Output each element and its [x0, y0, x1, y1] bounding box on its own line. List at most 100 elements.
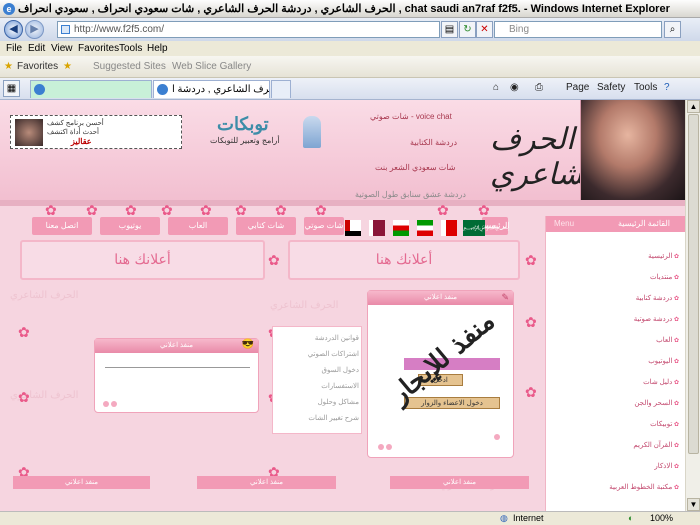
saudi-flag-icon[interactable]: ﷽ — [463, 220, 509, 236]
status-bar: ◍ Internet ◐ 100% — [0, 511, 700, 525]
sidebar-item-voice-chat[interactable]: دردشة صوتية — [634, 315, 679, 323]
login-panel: منفذ اعلاني ✎ ادخل دخول الاعضاء والزوار … — [367, 290, 514, 458]
quick-tabs-icon[interactable]: ▦ — [3, 80, 20, 97]
tab-ie-icon — [157, 84, 168, 95]
tools-menu[interactable]: Tools — [634, 82, 657, 93]
header-link-text[interactable]: دردشة الكتابية — [410, 138, 457, 147]
menu-help[interactable]: Help — [147, 43, 168, 54]
zoom-level[interactable]: 100% — [650, 513, 673, 523]
star-icon[interactable]: ★ — [4, 61, 13, 72]
menu-favorites[interactable]: Favorites — [78, 43, 119, 54]
refresh-icon[interactable]: ↻ — [459, 21, 476, 38]
menu-view[interactable]: View — [51, 43, 73, 54]
uae-flag-icon[interactable] — [345, 220, 361, 236]
tab-blank[interactable] — [30, 80, 152, 98]
tab-active[interactable]: الحرف الشاعري , دردشة ا... — [153, 80, 270, 98]
flower-icon: ✿ — [315, 202, 327, 218]
print-icon[interactable]: ⎙ — [535, 82, 543, 93]
scroll-thumb[interactable] — [688, 114, 699, 454]
zone-label: Internet — [513, 513, 544, 523]
sidebar-item-youtube[interactable]: اليوتيوب — [648, 357, 679, 365]
flower-icon: ✿ — [45, 202, 57, 218]
flower-icon: ✿ — [18, 389, 30, 405]
flower-icon: ✿ — [525, 384, 537, 400]
sidebar-item-fonts[interactable]: مكتبة الخطوط العربية — [609, 483, 679, 491]
ad-line-1: أحسن برنامج كشف — [47, 120, 104, 127]
kuwait-flag-icon[interactable] — [417, 220, 433, 236]
nav-voice-chat[interactable]: شات صوتي — [304, 217, 344, 235]
sidebar-header: Menu القائمة الرئيسية — [546, 216, 685, 232]
web-slice-link[interactable]: Web Slice Gallery — [172, 61, 251, 72]
bahrain-flag-icon[interactable] — [441, 220, 457, 236]
members-login-button[interactable]: دخول الاعضاء والزوار — [404, 397, 500, 409]
oman-flag-icon[interactable] — [393, 220, 409, 236]
address-input[interactable]: http://www.f2f5.com/ — [57, 21, 440, 38]
panel-divider — [105, 367, 250, 368]
bottom-ad-button[interactable]: منفذ اعلاني — [13, 476, 150, 489]
header-link-love[interactable]: دردشة عشق سنابق طول الصوتية — [355, 190, 466, 199]
info-link[interactable]: دخول السوق — [279, 363, 359, 379]
nav-text-chat[interactable]: شات كتابي — [236, 217, 296, 235]
search-input[interactable]: Bing — [494, 21, 662, 38]
help-icon[interactable]: ? — [664, 82, 670, 93]
sidebar-item-magic[interactable]: السحر والجن — [634, 399, 679, 407]
ad-slot-right[interactable]: أعلانك هنا — [288, 240, 520, 280]
header-link-saudi[interactable]: شات سعودي الشعر بنت — [375, 163, 455, 172]
forward-icon[interactable]: ▶ — [25, 20, 44, 39]
nav-youtube[interactable]: يوتيوب — [100, 217, 160, 235]
scroll-up-icon[interactable]: ▲ — [687, 100, 700, 113]
flower-icon: ✿ — [86, 202, 98, 218]
info-link[interactable]: اشتراكات الصوتي — [279, 347, 359, 363]
qatar-flag-icon[interactable] — [369, 220, 385, 236]
sidebar-item-text-chat[interactable]: دردشة كتابية — [636, 294, 679, 302]
ad-slot-left[interactable]: أعلانك هنا — [20, 240, 265, 280]
feeds-icon[interactable]: ◉ — [510, 82, 519, 93]
ad-line-2: أحدث أداة اكتشف — [47, 129, 99, 136]
info-link[interactable]: مشاكل وحلول — [279, 395, 359, 411]
flower-icon: ✿ — [268, 252, 280, 268]
stop-icon[interactable]: ✕ — [476, 21, 493, 38]
menu-edit[interactable]: Edit — [28, 43, 45, 54]
home-icon[interactable]: ⌂ — [493, 82, 499, 93]
menu-tools[interactable]: Tools — [119, 43, 142, 54]
window-title-bar: e الحرف الشاعري , دردشة الحرف الشاعري , … — [0, 0, 700, 18]
scroll-down-icon[interactable]: ▼ — [687, 498, 700, 511]
compat-icon[interactable]: ▤ — [441, 21, 458, 38]
sidebar-item-adhkar[interactable]: الاذكار — [654, 462, 679, 470]
flower-icon: ✿ — [161, 202, 173, 218]
flower-icon: ✿ — [275, 202, 287, 218]
nav-games[interactable]: العاب — [168, 217, 228, 235]
watermark: الحرف الشاعري — [270, 300, 339, 311]
info-link[interactable]: شرح تغيير الشات — [279, 411, 359, 427]
search-icon[interactable]: ⌕ — [664, 21, 681, 38]
vertical-scrollbar[interactable]: ▲ ▼ — [685, 100, 700, 511]
menu-file[interactable]: File — [6, 43, 22, 54]
sidebar-item-games[interactable]: العاب — [656, 336, 679, 344]
menu-bar: File Edit View Favorites Tools Help — [0, 41, 700, 56]
add-favorite-icon[interactable]: ★ — [63, 61, 72, 72]
info-link[interactable]: قوانين الدردشة — [279, 331, 359, 347]
sidebar-item-directory[interactable]: دليل شات — [643, 378, 679, 386]
sidebar-item-topics[interactable]: توبيكات — [650, 420, 679, 428]
sidebar-header-en: Menu — [554, 219, 575, 228]
page-menu[interactable]: Page — [566, 82, 589, 93]
safety-menu[interactable]: Safety — [597, 82, 625, 93]
nav-contact[interactable]: اتصل معنا — [32, 217, 92, 235]
sidebar-item-forums[interactable]: منتديات — [650, 273, 679, 281]
bottom-ad-button[interactable]: منفذ اعلاني — [390, 476, 529, 489]
back-icon[interactable]: ◀ — [4, 20, 23, 39]
topics-banner[interactable]: توبكات أرامج وتعبير للتوبكات — [185, 114, 325, 150]
sidebar-item-quran[interactable]: القرآن الكريم — [633, 441, 679, 449]
info-link[interactable]: الاستفسارات — [279, 379, 359, 395]
suggested-sites-link[interactable]: Suggested Sites — [93, 61, 166, 72]
new-tab-button[interactable] — [271, 80, 291, 98]
panel-dot — [494, 434, 500, 440]
person-icon — [303, 116, 321, 148]
globe-icon: ◍ — [500, 513, 508, 523]
header-link-voice[interactable]: شات صوتي - voice chat — [370, 112, 452, 121]
favorites-button[interactable]: Favorites — [17, 61, 58, 72]
bottom-ad-button[interactable]: منفذ اعلاني — [197, 476, 336, 489]
header-portrait — [580, 100, 685, 200]
sidebar-item-home[interactable]: الرئيسية — [648, 252, 679, 260]
header-ad-box[interactable]: أحسن برنامج كشف أحدث أداة اكتشف عقاليز — [10, 115, 182, 149]
